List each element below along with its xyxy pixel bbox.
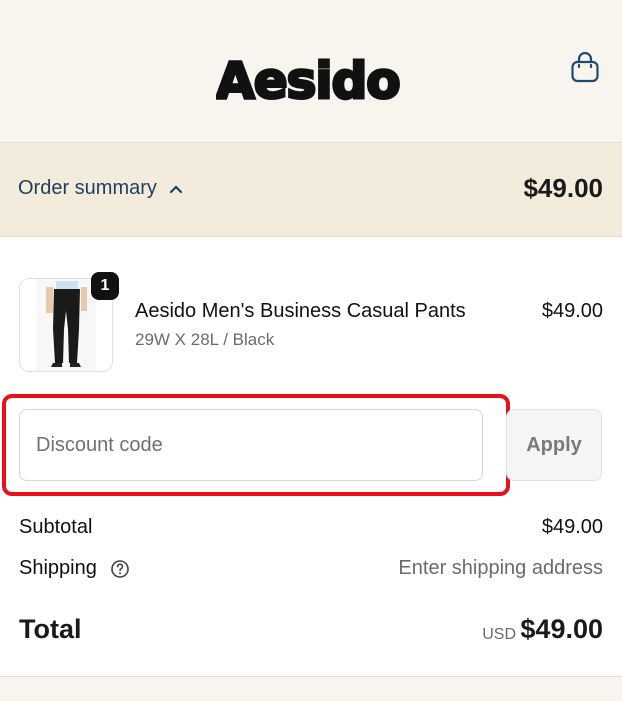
total-label: Total	[19, 614, 82, 644]
subtotal-value: $49.00	[541, 516, 603, 538]
chevron-up-icon	[169, 184, 183, 194]
brand-logo[interactable]: Aesido	[216, 34, 416, 107]
shipping-value: Enter shipping address	[398, 557, 603, 579]
discount-code-input[interactable]	[19, 409, 483, 481]
total-currency: USD	[482, 626, 516, 643]
product-variant: 29W X 28L / Black	[135, 330, 275, 349]
order-summary-toggle[interactable]: Order summary	[18, 177, 183, 200]
subtotal-label: Subtotal	[19, 516, 93, 538]
shopping-bag-icon	[571, 52, 599, 83]
order-summary-total: $49.00	[523, 173, 603, 203]
total-value: $49.00	[520, 614, 603, 644]
shipping-label: Shipping	[19, 557, 97, 579]
product-name: Aesido Men's Business Casual Pants	[135, 300, 466, 322]
footer-band	[0, 676, 622, 701]
quantity-badge: 1	[91, 272, 119, 300]
order-summary-label: Order summary	[18, 177, 157, 199]
store-header: Aesido	[0, 0, 622, 143]
question-circle-icon[interactable]	[110, 559, 130, 579]
shipping-row: Shipping	[19, 557, 130, 580]
product-price: $49.00	[541, 300, 603, 322]
apply-discount-button[interactable]: Apply	[506, 409, 602, 481]
cart-button[interactable]	[568, 50, 602, 86]
